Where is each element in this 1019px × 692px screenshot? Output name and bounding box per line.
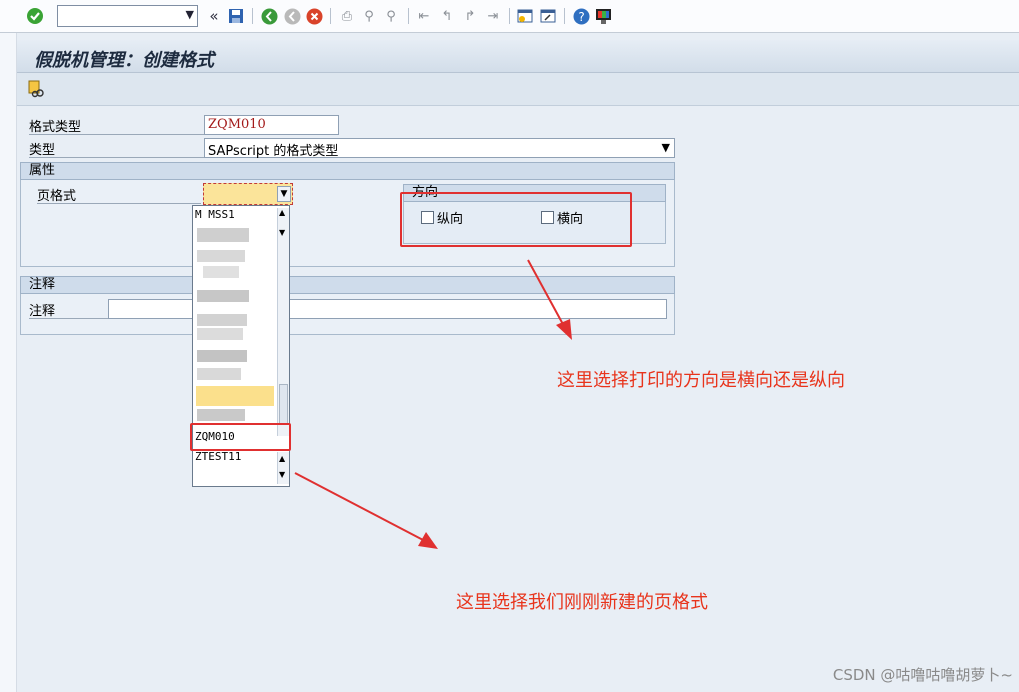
page-format-annotation: 这里选择我们刚刚新建的页格式 — [456, 592, 708, 613]
watermark: CSDN @咕噜咕噜胡萝卜~ — [832, 666, 1013, 684]
orientation-annotation: 这里选择打印的方向是横向还是纵向 — [557, 370, 845, 391]
